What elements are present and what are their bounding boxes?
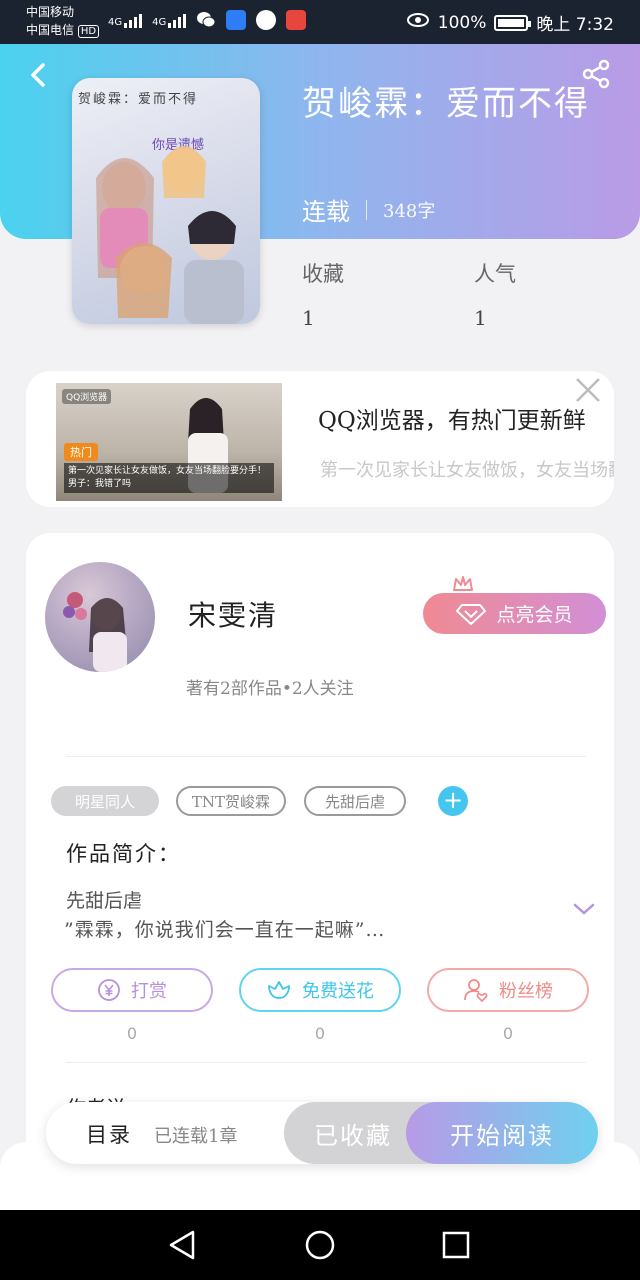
huawei-app-icon [286, 10, 307, 30]
ad-image-caption: 第一次见家长让女友做饭，女友当场翻脸要分手！男子：我错了吗 [64, 463, 274, 493]
flower-icon [268, 981, 290, 999]
eye-comfort-icon [406, 12, 430, 33]
tip-label: 打赏 [131, 981, 167, 1002]
hand-app-icon [256, 10, 277, 30]
favorited-label: 已收藏 [314, 1121, 392, 1150]
back-button[interactable] [24, 60, 54, 90]
book-cover[interactable]: 贺峻霖：爱而不得 你是遗憾 [72, 78, 260, 324]
stat-value: 1 [474, 306, 487, 330]
yen-coin-icon [98, 979, 120, 1001]
square-recents-icon [442, 1231, 470, 1259]
ad-title: QQ浏览器，有热门更新鲜 [318, 408, 586, 434]
carrier-info: 中国移动 中国电信 HD [26, 3, 100, 41]
plus-icon: + [442, 786, 464, 814]
word-count: 348字 [383, 200, 436, 222]
clock: 晚上 7:32 [536, 15, 614, 35]
status-right: 100% 晚上 7:32 [406, 10, 614, 35]
book-status-line: 连载 348字 [302, 192, 435, 227]
author-avatar[interactable] [45, 562, 155, 672]
fans-label: 粉丝榜 [499, 981, 553, 1002]
tag-chip[interactable]: 先甜后虐 [304, 786, 406, 816]
battery-icon [494, 14, 532, 31]
stat-popularity: 人气 1 [474, 258, 516, 330]
wechat-icon [196, 10, 216, 30]
fans-count: 0 [502, 1024, 514, 1043]
divider [66, 1062, 586, 1063]
vip-button[interactable]: 点亮会员 [423, 593, 606, 634]
ad-image: QQ浏览器 热门 第一次见家长让女友做饭，女友当场翻脸要分手！男子：我错了吗 [56, 383, 282, 501]
ad-banner[interactable]: QQ浏览器 热门 第一次见家长让女友做饭，女友当场翻脸要分手！男子：我错了吗 Q… [26, 371, 614, 507]
send-flower-button[interactable]: 免费送花 [239, 968, 401, 1012]
status-bar: 中国移动 中国电信 HD 4G 4G 100% 晚上 7:32 [0, 0, 640, 44]
start-reading-label: 开始阅读 [450, 1121, 554, 1150]
chevron-left-icon [31, 63, 45, 87]
cover-illustration [96, 146, 244, 324]
tip-button[interactable]: 打赏 [51, 968, 213, 1012]
vip-label: 点亮会员 [496, 604, 573, 626]
author-name[interactable]: 宋雯清 [188, 594, 278, 634]
add-tag-button[interactable]: + [438, 786, 468, 816]
avatar-illustration [63, 592, 127, 672]
stat-label: 人气 [474, 262, 516, 286]
carrier-1: 中国移动 [26, 5, 75, 19]
status-divider [366, 199, 367, 220]
ad-description: 第一次见家长让女友做饭，女友当场翻脸要分手！男子：我 [320, 460, 614, 481]
nav-recents-button[interactable] [432, 1221, 480, 1269]
stat-label: 收藏 [302, 262, 344, 286]
triangle-back-icon [169, 1230, 195, 1260]
close-icon [576, 378, 600, 402]
serial-status: 连载 [302, 198, 350, 226]
expand-intro-button[interactable] [572, 900, 596, 918]
tag-chip[interactable]: TNT贺峻霖 [176, 786, 286, 816]
book-title: 贺峻霖：爱而不得 [302, 84, 590, 124]
intro-heading: 作品简介： [66, 842, 181, 866]
stat-favorites: 收藏 1 [302, 258, 344, 330]
circle-home-icon [305, 1230, 335, 1260]
crown-icon [453, 576, 473, 591]
stat-value: 1 [302, 306, 315, 330]
start-reading-button[interactable]: 开始阅读 [406, 1102, 598, 1164]
hd-badge: HD [77, 25, 100, 38]
flower-label: 免费送花 [302, 981, 374, 1002]
fan-ranking-button[interactable]: 粉丝榜 [427, 968, 589, 1012]
status-icons: 4G 4G [108, 10, 307, 30]
battery-percent: 100% [437, 12, 487, 33]
ad-close-button[interactable] [574, 376, 602, 404]
toc-button[interactable]: 目录 [86, 1119, 132, 1149]
bulb-app-icon [226, 10, 247, 30]
signal-1-icon: 4G [108, 12, 143, 28]
chevron-down-icon [573, 903, 595, 915]
user-heart-icon [464, 979, 488, 1003]
divider [66, 756, 586, 757]
nav-home-button[interactable] [296, 1221, 344, 1269]
signal-2-icon: 4G [152, 12, 187, 28]
intro-line-1: 先甜后虐 [66, 890, 143, 912]
tag-chip[interactable]: 明星同人 [51, 786, 159, 816]
intro-line-2: ”霖霖，你说我们会一直在一起嘛”… [64, 919, 386, 941]
ad-hot-badge: 热门 [64, 443, 98, 461]
nav-back-button[interactable] [158, 1221, 206, 1269]
diamond-icon [456, 603, 487, 625]
toc-chapter-count: 已连载1章 [154, 1126, 238, 1147]
author-meta: 著有2部作品•2人关注 [186, 679, 354, 699]
flower-count: 0 [314, 1024, 326, 1043]
tip-count: 0 [126, 1024, 138, 1043]
carrier-2: 中国电信 HD [26, 21, 100, 41]
